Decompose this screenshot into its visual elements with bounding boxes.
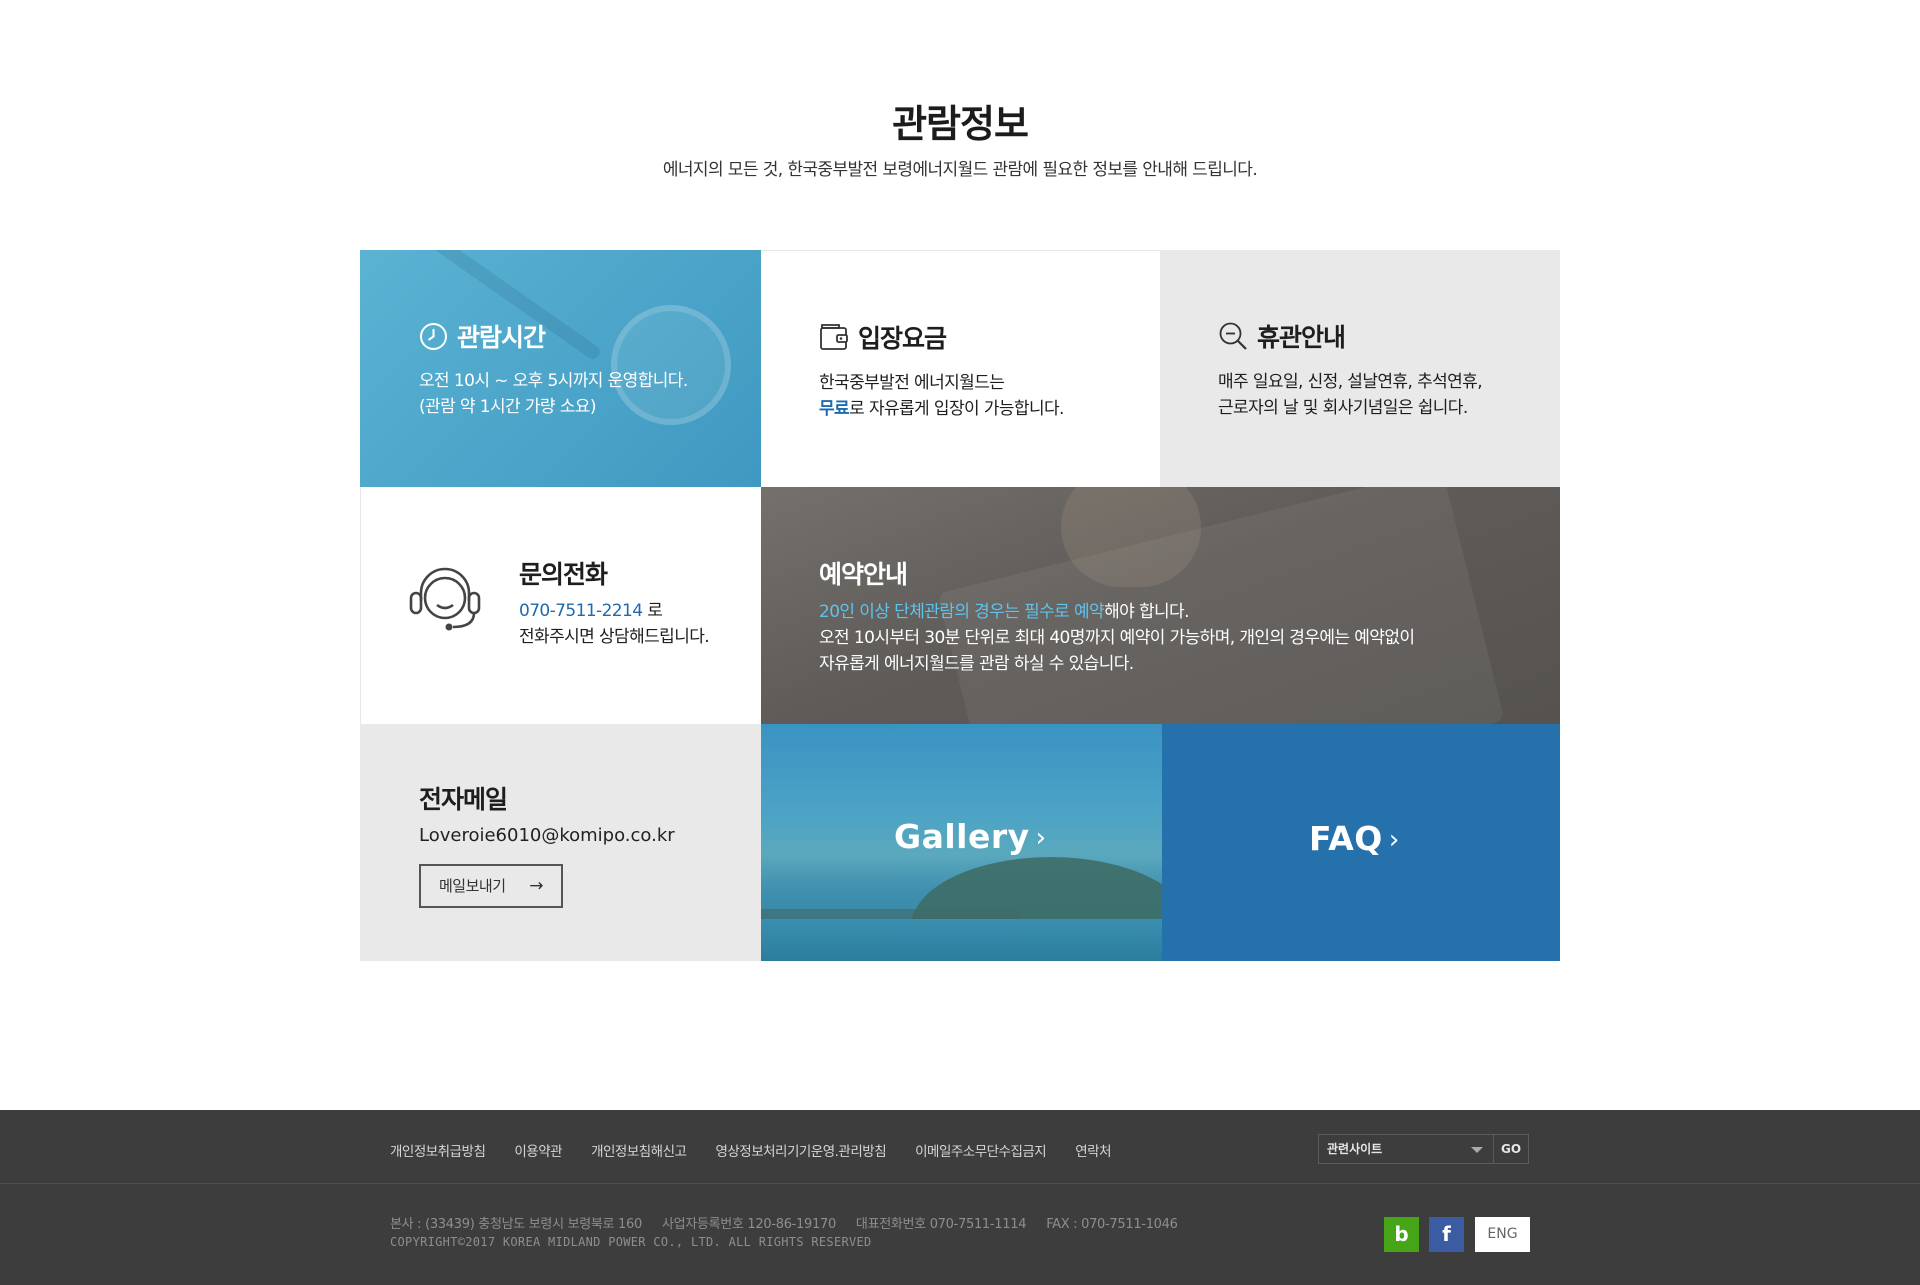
footer-links: 개인정보취급방침 이용약관 개인정보침해신고 영상정보처리기기운영.관리방침 이… <box>390 1140 1140 1160</box>
visit-hours-line1: 오전 10시 ~ 오후 5시까지 운영합니다. <box>419 371 688 391</box>
company-address: 본사 : (33439) 충청남도 보령시 보령북로 160 <box>390 1217 642 1232</box>
page-subtitle: 에너지의 모든 것, 한국중부발전 보령에너지월드 관람에 필요한 정보를 안내… <box>662 160 1258 180</box>
zoom-out-icon <box>1218 321 1248 351</box>
reservation-line1: 해야 합니다. <box>1104 602 1189 622</box>
send-mail-button[interactable]: 메일보내기 → <box>419 864 563 908</box>
footer-link-contact[interactable]: 연락처 <box>1075 1140 1111 1160</box>
closure-info-title: 휴관안내 <box>1257 323 1346 352</box>
email-card: 전자메일 Loveroie6010@komipo.co.kr 메일보내기 → <box>360 724 761 961</box>
footer-link-email-policy[interactable]: 이메일주소무단수집금지 <box>915 1140 1047 1160</box>
english-site-button[interactable]: ENG <box>1475 1217 1530 1252</box>
phone-number[interactable]: 070-7511-2214 <box>519 601 643 621</box>
admission-fee-line1: 한국중부발전 에너지월드는 <box>819 373 1005 393</box>
reservation-highlight: 20인 이상 단체관람의 경우는 필수로 예약 <box>819 602 1105 622</box>
go-button[interactable]: GO <box>1494 1134 1529 1164</box>
closure-info-line2: 근로자의 날 및 회사기념일은 쉽니다. <box>1218 398 1468 418</box>
main-phone: 대표전화번호 070-7511-1114 <box>855 1217 1027 1232</box>
hand-decoration <box>1061 487 1201 587</box>
info-grid: 관람시간 오전 10시 ~ 오후 5시까지 운영합니다. (관람 약 1시간 가… <box>360 250 1560 961</box>
reservation-line2: 오전 10시부터 30분 단위로 최대 40명까지 예약이 가능하며, 개인의 … <box>819 628 1415 648</box>
chevron-right-icon: › <box>1388 825 1400 855</box>
faq-link[interactable]: FAQ › <box>1162 724 1560 961</box>
admission-fee-card: 입장요금 한국중부발전 에너지월드는 무료로 자유롭게 입장이 가능합니다. <box>761 250 1160 487</box>
closure-info-line1: 매주 일요일, 신정, 설날연휴, 추석연휴, <box>1218 372 1483 392</box>
footer-link-terms[interactable]: 이용약관 <box>514 1140 562 1160</box>
reservation-card: 예약안내 20인 이상 단체관람의 경우는 필수로 예약해야 합니다. 오전 1… <box>761 487 1560 724</box>
copyright: COPYRIGHT©2017 KOREA MIDLAND POWER CO., … <box>390 1235 872 1249</box>
related-sites-select[interactable]: 관련사이트 <box>1318 1134 1494 1164</box>
free-highlight: 무료 <box>819 399 850 419</box>
arrow-right-icon: → <box>529 876 543 896</box>
footer: 개인정보취급방침 이용약관 개인정보침해신고 영상정보처리기기운영.관리방침 이… <box>0 1110 1920 1285</box>
gallery-link[interactable]: Gallery › <box>761 724 1162 961</box>
send-mail-label: 메일보내기 <box>439 877 506 895</box>
sea-decoration <box>761 919 1162 961</box>
footer-link-cctv-policy[interactable]: 영상정보처리기기운영.관리방침 <box>715 1140 886 1160</box>
closure-info-card: 휴관안내 매주 일요일, 신정, 설날연휴, 추석연휴, 근로자의 날 및 회사… <box>1160 250 1560 487</box>
headset-icon <box>407 565 483 635</box>
gallery-label: Gallery <box>894 817 1030 856</box>
wallet-icon <box>819 322 849 352</box>
clock-icon <box>419 322 448 351</box>
facebook-icon[interactable]: f <box>1429 1217 1464 1252</box>
contact-phone-title: 문의전화 <box>519 560 608 589</box>
footer-divider <box>0 1183 1920 1184</box>
page-title: 관람정보 <box>892 102 1029 146</box>
faq-label: FAQ <box>1309 819 1383 858</box>
email-title: 전자메일 <box>419 785 508 814</box>
email-address: Loveroie6010@komipo.co.kr <box>419 825 675 846</box>
caret-down-icon <box>1471 1147 1483 1153</box>
reservation-title: 예약안내 <box>819 560 908 589</box>
business-number: 사업자등록번호 120-86-19170 <box>661 1217 836 1232</box>
chevron-right-icon: › <box>1035 823 1047 853</box>
contact-phone-card: 문의전화 070-7511-2214 로 전화주시면 상담해드립니다. <box>360 487 761 724</box>
footer-link-privacy[interactable]: 개인정보취급방침 <box>390 1140 486 1160</box>
admission-fee-line2: 로 자유롭게 입장이 가능합니다. <box>849 399 1064 419</box>
blog-icon[interactable]: b <box>1384 1217 1419 1252</box>
visit-hours-title: 관람시간 <box>457 323 546 352</box>
company-info: 본사 : (33439) 충청남도 보령시 보령북로 160 사업자등록번호 12… <box>390 1213 1198 1232</box>
related-sites-label: 관련사이트 <box>1327 1142 1383 1156</box>
phone-suffix: 로 <box>642 601 663 621</box>
contact-phone-line2: 전화주시면 상담해드립니다. <box>519 627 710 647</box>
reservation-line3: 자유롭게 에너지월드를 관람 하실 수 있습니다. <box>819 654 1134 674</box>
admission-fee-title: 입장요금 <box>858 324 947 353</box>
fax-number: FAX : 070-7511-1046 <box>1046 1217 1178 1232</box>
footer-link-privacy-report[interactable]: 개인정보침해신고 <box>591 1140 687 1160</box>
visit-hours-card: 관람시간 오전 10시 ~ 오후 5시까지 운영합니다. (관람 약 1시간 가… <box>360 250 761 487</box>
visit-hours-line2: (관람 약 1시간 가량 소요) <box>419 397 596 417</box>
